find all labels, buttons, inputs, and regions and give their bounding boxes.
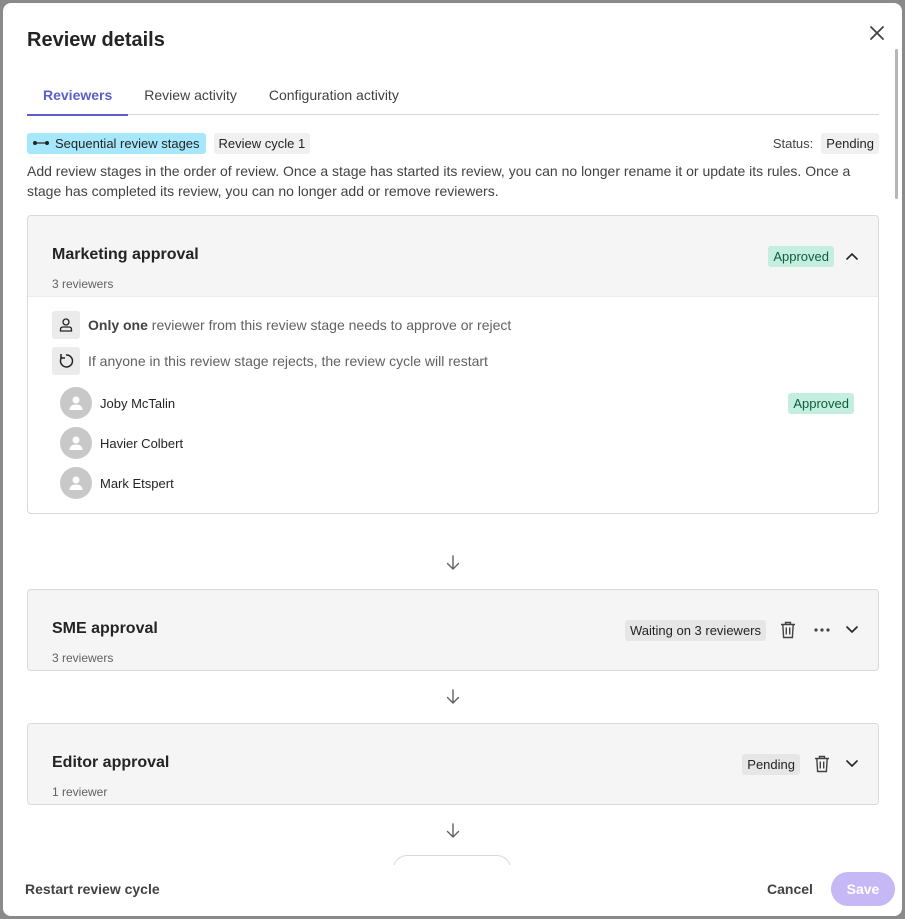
dialog-footer: Restart review cycle Cancel Save — [3, 865, 902, 916]
sequence-icon — [33, 141, 49, 145]
stage-sme-approval: SME approval 3 reviewers Waiting on 3 re… — [27, 589, 879, 671]
rule-approval: Only one reviewer from this review stage… — [52, 311, 854, 339]
trash-icon — [815, 755, 829, 773]
person-icon — [52, 311, 80, 339]
status-label: Status: — [772, 135, 814, 151]
reviewer-name: Joby McTalin — [100, 395, 176, 411]
stage-marketing-approval: Marketing approval 3 reviewers Approved … — [27, 215, 879, 514]
sequential-stages-chip: Sequential review stages — [27, 132, 206, 154]
chevron-down-icon — [846, 626, 858, 633]
tab-configuration-activity[interactable]: Configuration activity — [253, 81, 415, 115]
stage-title: Editor approval — [52, 754, 170, 771]
close-button[interactable] — [865, 21, 889, 45]
stage-title: Marketing approval — [52, 246, 199, 263]
person-avatar-icon — [69, 436, 83, 450]
avatar — [60, 387, 92, 419]
trash-icon — [781, 621, 795, 639]
stage-header[interactable]: Marketing approval 3 reviewers Approved — [28, 216, 878, 296]
stage-reviewer-count: 3 reviewers — [52, 277, 114, 291]
person-avatar-icon — [69, 476, 83, 490]
stage-status-badge: Waiting on 3 reviewers — [624, 619, 766, 641]
status: Status: Pending — [772, 132, 879, 154]
arrow-down-icon — [446, 689, 460, 704]
expand-button[interactable] — [844, 618, 860, 642]
stage-reviewer-count: 3 reviewers — [52, 651, 114, 665]
tab-reviewers[interactable]: Reviewers — [27, 81, 129, 116]
stage-title: SME approval — [52, 620, 158, 637]
arrow-down-icon — [446, 555, 460, 570]
stage-status-badge: Approved — [768, 245, 834, 267]
review-cycle-chip: Review cycle 1 — [213, 132, 311, 154]
avatar — [60, 427, 92, 459]
stage-header[interactable]: SME approval 3 reviewers Waiting on 3 re… — [28, 590, 878, 670]
reviewer-name: Mark Etspert — [100, 475, 174, 491]
rule-text: reviewer from this review stage needs to… — [147, 317, 512, 333]
reviewer-list: Joby McTalin Approved Havier Colbert Mar… — [52, 387, 854, 499]
more-icon — [814, 628, 830, 632]
sequential-stages-label: Sequential review stages — [55, 135, 200, 151]
arrow-down-icon — [446, 823, 460, 838]
reviewer-item: Mark Etspert — [60, 467, 854, 499]
cancel-button[interactable]: Cancel — [767, 881, 813, 897]
stage-header[interactable]: Editor approval 1 reviewer Pending — [28, 724, 878, 804]
reviewer-status-badge: Approved — [788, 392, 854, 414]
expand-button[interactable] — [844, 752, 860, 776]
chevron-down-icon — [846, 760, 858, 767]
status-badge: Pending — [821, 132, 879, 154]
rule-restart: If anyone in this review stage rejects, … — [52, 347, 854, 375]
restart-review-cycle-button[interactable]: Restart review cycle — [25, 881, 160, 897]
save-button[interactable]: Save — [831, 872, 895, 906]
tab-review-activity[interactable]: Review activity — [128, 81, 253, 115]
collapse-button[interactable] — [844, 244, 860, 268]
dialog-title: Review details — [27, 29, 165, 51]
tab-list: Reviewers Review activity Configuration … — [27, 81, 879, 116]
more-options-button[interactable] — [810, 618, 834, 642]
review-meta-row: Sequential review stages Review cycle 1 … — [27, 131, 879, 155]
chevron-up-icon — [846, 253, 858, 260]
restart-icon — [52, 347, 80, 375]
delete-stage-button[interactable] — [810, 752, 834, 776]
reviewer-item: Havier Colbert — [60, 427, 854, 459]
person-avatar-icon — [69, 396, 83, 410]
stage-status-badge: Pending — [742, 753, 800, 775]
avatar — [60, 467, 92, 499]
rule-text: If anyone in this review stage rejects, … — [88, 353, 488, 369]
reviewer-name: Havier Colbert — [100, 435, 184, 451]
reviewer-item: Joby McTalin Approved — [60, 387, 854, 419]
stages-description: Add review stages in the order of review… — [27, 163, 851, 199]
stage-editor-approval: Editor approval 1 reviewer Pending — [27, 723, 879, 805]
stage-reviewer-count: 1 reviewer — [52, 785, 108, 799]
delete-stage-button[interactable] — [776, 618, 800, 642]
rule-bold: Only one — [88, 317, 148, 333]
scrollbar[interactable] — [895, 49, 898, 199]
close-icon — [870, 26, 884, 40]
review-details-dialog: Review details Reviewers Review activity… — [3, 3, 902, 916]
stage-body: Only one reviewer from this review stage… — [28, 296, 878, 513]
